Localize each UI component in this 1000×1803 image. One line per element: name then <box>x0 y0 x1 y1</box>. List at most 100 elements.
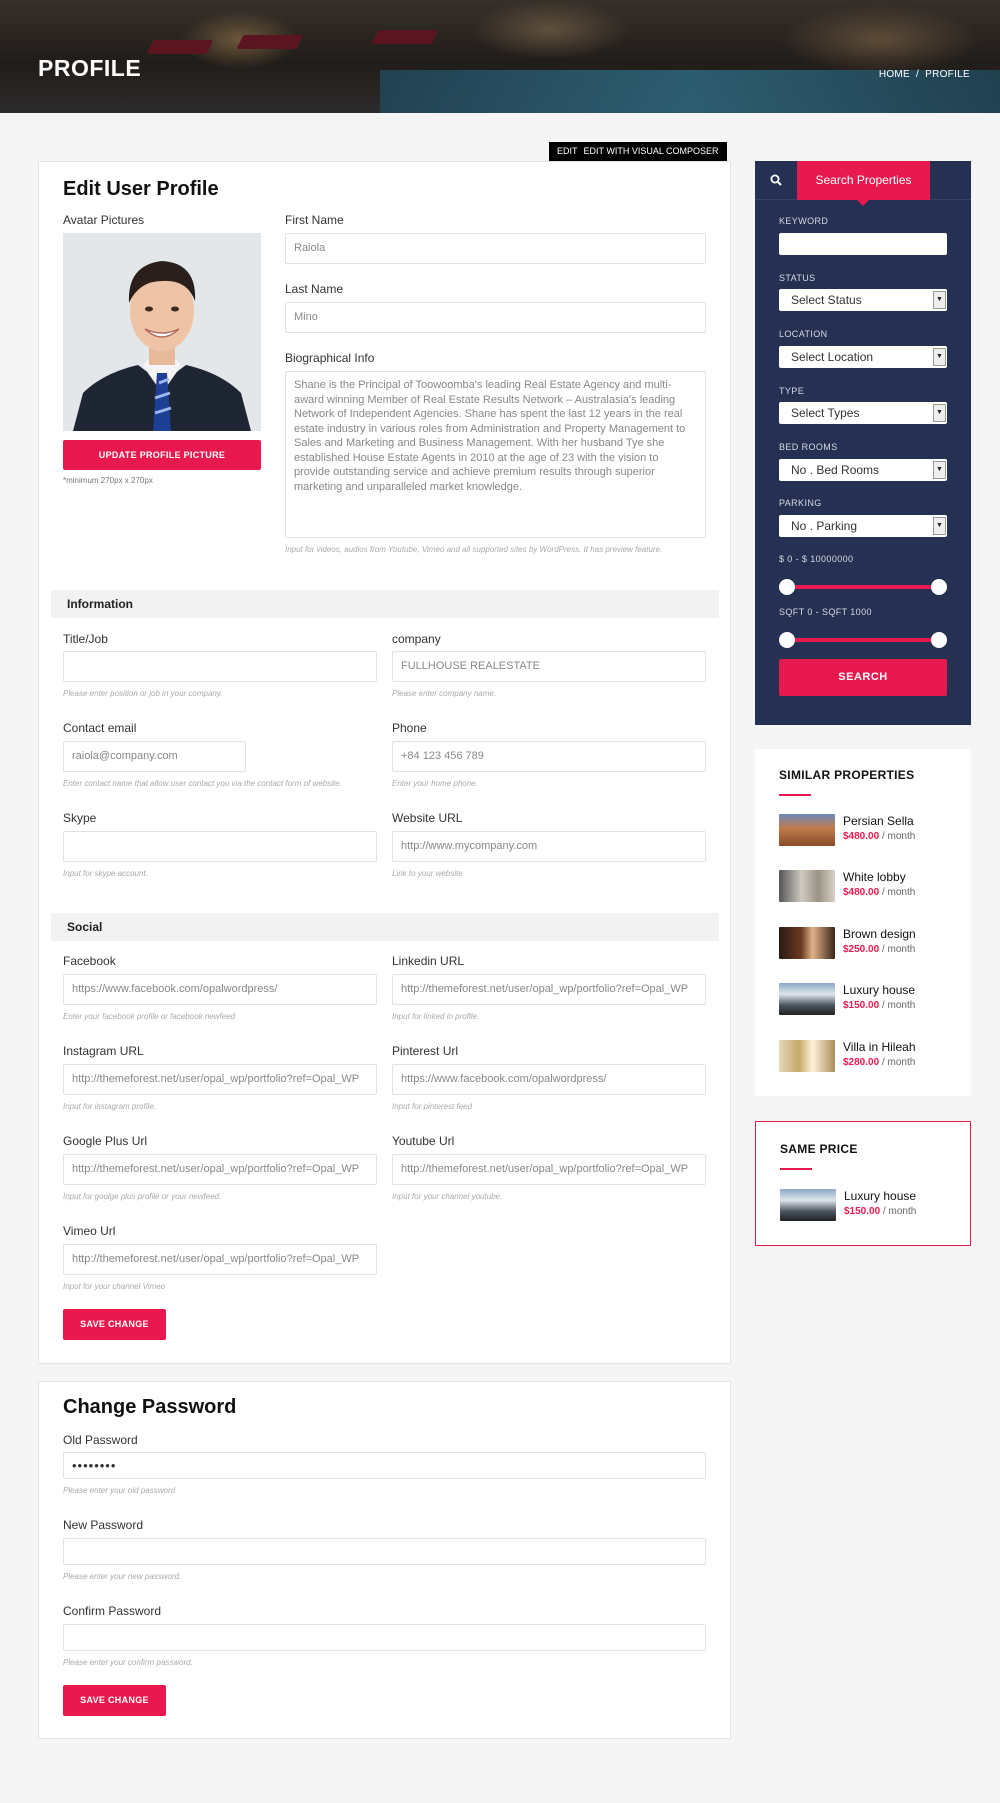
avatar-size-hint: *minimum 270px x 270px <box>63 476 153 485</box>
property-price: $480.00 <box>843 887 880 898</box>
title-job-label: Title/Job <box>63 632 108 646</box>
parking-select[interactable]: No . Parking ▼ <box>779 515 947 537</box>
slider-max-handle[interactable] <box>931 579 947 595</box>
property-name[interactable]: Villa in Hileah <box>843 1040 916 1054</box>
title-underline <box>779 794 811 796</box>
keyword-input[interactable] <box>779 233 947 255</box>
property-price: $150.00 <box>843 1000 880 1011</box>
bio-label: Biographical Info <box>285 351 375 365</box>
youtube-label: Youtube Url <box>392 1134 455 1148</box>
linkedin-input[interactable]: http://themeforest.net/user/opal_wp/port… <box>392 974 706 1005</box>
new-password-hint: Please enter your new password. <box>63 1572 182 1581</box>
facebook-label: Facebook <box>63 954 116 968</box>
vimeo-input[interactable]: http://themeforest.net/user/opal_wp/port… <box>63 1244 377 1275</box>
property-item[interactable]: Brown design $250.00 / month <box>779 925 959 961</box>
pinterest-input[interactable]: https://www.facebook.com/opalwordpress/ <box>392 1064 706 1095</box>
search-icon[interactable] <box>755 161 797 200</box>
title-underline <box>780 1168 812 1170</box>
chevron-down-icon: ▼ <box>933 348 946 366</box>
property-item[interactable]: Luxury house $150.00 / month <box>779 981 959 1017</box>
facebook-input[interactable]: https://www.facebook.com/opalwordpress/ <box>63 974 377 1005</box>
slider-min-handle[interactable] <box>779 632 795 648</box>
type-select-value: Select Types <box>791 406 860 420</box>
save-profile-button[interactable]: SAVE CHANGE <box>63 1309 166 1340</box>
update-profile-picture-button[interactable]: UPDATE PROFILE PICTURE <box>63 440 261 470</box>
property-price: $150.00 <box>844 1206 881 1217</box>
parking-label: PARKING <box>779 498 822 508</box>
breadcrumb-home-link[interactable]: HOME <box>879 69 910 80</box>
property-thumbnail[interactable] <box>779 870 835 902</box>
old-password-hint: Please enter your old password <box>63 1486 176 1495</box>
property-thumbnail[interactable] <box>779 927 835 959</box>
property-name[interactable]: Persian Sella <box>843 814 914 828</box>
property-thumbnail[interactable] <box>779 814 835 846</box>
property-name[interactable]: Brown design <box>843 927 916 941</box>
skype-hint: Input for skype account. <box>63 869 148 878</box>
last-name-input[interactable]: Mino <box>285 302 706 333</box>
new-password-input[interactable] <box>63 1538 706 1565</box>
contact-email-input[interactable]: raiola@company.com <box>63 741 246 772</box>
website-url-hint: Link to your website <box>392 869 463 878</box>
breadcrumb-current: PROFILE <box>925 69 970 80</box>
same-price-title: SAME PRICE <box>780 1142 858 1156</box>
property-price-period: / month <box>879 1057 916 1068</box>
website-url-input[interactable]: http://www.mycompany.com <box>392 831 706 862</box>
last-name-label: Last Name <box>285 282 344 296</box>
property-price: $250.00 <box>843 944 880 955</box>
confirm-password-hint: Please enter your confirm password. <box>63 1658 193 1667</box>
youtube-input[interactable]: http://themeforest.net/user/opal_wp/port… <box>392 1154 706 1185</box>
instagram-input[interactable]: http://themeforest.net/user/opal_wp/port… <box>63 1064 377 1095</box>
property-name[interactable]: Luxury house <box>844 1189 916 1203</box>
avatar <box>63 233 261 431</box>
skype-label: Skype <box>63 811 97 825</box>
old-password-input[interactable]: •••••••• <box>63 1452 706 1479</box>
slider-max-handle[interactable] <box>931 632 947 648</box>
phone-input[interactable]: +84 123 456 789 <box>392 741 706 772</box>
property-thumbnail[interactable] <box>780 1189 836 1221</box>
property-item[interactable]: Villa in Hileah $280.00 / month <box>779 1038 959 1074</box>
skype-input[interactable] <box>63 831 377 862</box>
slider-min-handle[interactable] <box>779 579 795 595</box>
company-hint: Please enter company name. <box>392 689 497 698</box>
social-section-header: Social <box>51 913 719 941</box>
bio-textarea[interactable]: Shane is the Principal of Toowoomba's le… <box>285 371 706 538</box>
title-job-input[interactable] <box>63 651 377 682</box>
type-label: TYPE <box>779 386 805 396</box>
website-url-label: Website URL <box>392 811 463 825</box>
location-select-value: Select Location <box>791 350 874 364</box>
bio-hint: Input for videos, audios from Youtube, V… <box>285 545 663 554</box>
bedrooms-select[interactable]: No . Bed Rooms ▼ <box>779 459 947 481</box>
edit-link[interactable]: EDIT <box>557 146 578 156</box>
property-price: $480.00 <box>843 831 880 842</box>
tab-pointer <box>857 200 869 206</box>
property-price-period: / month <box>880 1206 917 1217</box>
banner-overlay <box>0 0 1000 113</box>
chevron-down-icon: ▼ <box>933 404 946 422</box>
information-section-header: Information <box>51 590 719 618</box>
property-item[interactable]: Luxury house $150.00 / month <box>780 1187 960 1223</box>
type-select[interactable]: Select Types ▼ <box>779 402 947 424</box>
linkedin-label: Linkedin URL <box>392 954 465 968</box>
same-price-widget: SAME PRICE Luxury house $150.00 / month <box>755 1121 971 1246</box>
property-item[interactable]: White lobby $480.00 / month <box>779 868 959 904</box>
property-price-period: / month <box>879 944 916 955</box>
sqft-range-slider[interactable] <box>779 632 947 648</box>
property-thumbnail[interactable] <box>779 1040 835 1072</box>
search-tabs: Search Properties <box>755 161 971 206</box>
save-password-button[interactable]: SAVE CHANGE <box>63 1685 166 1716</box>
property-name[interactable]: White lobby <box>843 870 906 884</box>
edit-visual-composer-link[interactable]: EDIT WITH VISUAL COMPOSER <box>584 146 719 156</box>
google-plus-input[interactable]: http://themeforest.net/user/opal_wp/port… <box>63 1154 377 1185</box>
location-select[interactable]: Select Location ▼ <box>779 346 947 368</box>
company-input[interactable]: FULLHOUSE REALESTATE <box>392 651 706 682</box>
price-range-slider[interactable] <box>779 579 947 595</box>
confirm-password-input[interactable] <box>63 1624 706 1651</box>
property-thumbnail[interactable] <box>779 983 835 1015</box>
search-button[interactable]: SEARCH <box>779 659 947 696</box>
property-name[interactable]: Luxury house <box>843 983 915 997</box>
status-select[interactable]: Select Status ▼ <box>779 289 947 311</box>
pinterest-label: Pinterest Url <box>392 1044 459 1058</box>
tab-search-properties[interactable]: Search Properties <box>797 161 930 206</box>
first-name-input[interactable]: Raiola <box>285 233 706 264</box>
property-item[interactable]: Persian Sella $480.00 / month <box>779 812 959 848</box>
